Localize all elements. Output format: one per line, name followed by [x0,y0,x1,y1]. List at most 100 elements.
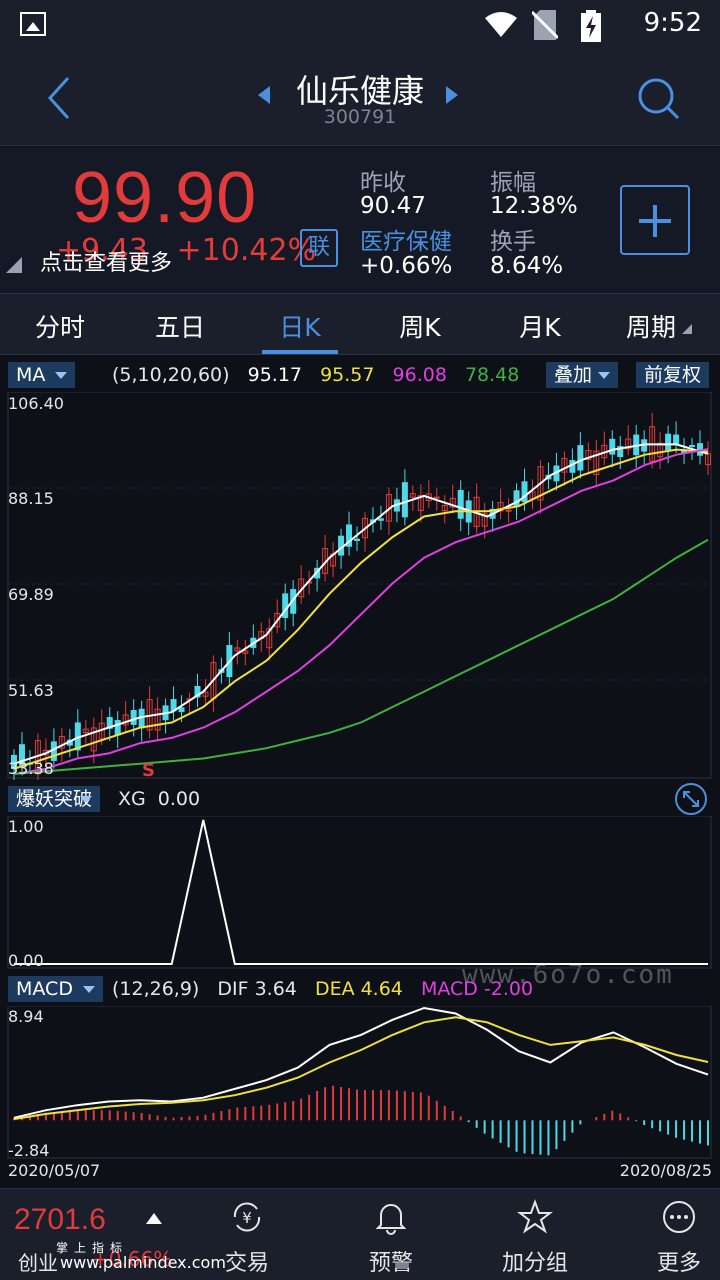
prev-close-value: 90.47 [360,193,426,219]
battery-charging-icon [580,10,610,42]
date-start: 2020/05/07 [8,1161,100,1180]
kline-axis-3: 69.89 [8,585,54,604]
period-dropdown-icon [682,324,692,334]
tab-intraday[interactable]: 分时 [5,308,115,344]
kline-axis-min: 33.38 [8,759,54,778]
nav-add-group[interactable]: 加分组 [480,1199,590,1277]
xg-axis-min: 0.00 [8,951,44,970]
xg-axis-max: 1.00 [8,817,44,836]
prev-close-label: 昨收 [360,170,406,196]
dif-label: DIF [217,978,249,1000]
period-tabs: 分时 五日 日K 周K 月K 周期 [0,293,720,355]
ma20-value: 96.08 [392,364,447,386]
macd-selector[interactable]: MACD [8,976,103,1002]
next-stock-button[interactable] [446,86,458,104]
stock-header: 仙乐健康 300791 [0,50,720,146]
clock: 9:52 [643,8,702,38]
candle-body [433,496,440,499]
macd-axis-max: 8.94 [8,1007,44,1026]
status-icons [484,10,610,42]
candle-body [138,708,145,729]
signal-marker: S [142,760,155,780]
search-icon [638,78,680,120]
kline-axis-4: 51.63 [8,681,54,700]
xg-chart[interactable]: 1.00 0.00 [0,816,720,970]
nav-more[interactable]: 更多 [624,1199,720,1277]
macd-legend: MACD (12,26,9) DIF 3.64 DEA 4.64 MACD -2.00 [0,972,720,1004]
view-more-link[interactable]: 点击查看更多 [40,245,172,277]
arrow-up-icon[interactable] [146,1213,162,1224]
macd-params: (12,26,9) [112,978,200,1000]
tab-weekly-k[interactable]: 周K [365,308,475,344]
date-end: 2020/08/25 [620,1161,712,1180]
kline-axis-2: 88.15 [8,489,54,508]
xg-line [14,819,708,965]
sector-change: +0.66% [360,253,453,279]
tab-monthly-k[interactable]: 月K [485,308,595,344]
dea-line [13,1016,709,1121]
ma60-value: 78.48 [464,364,520,386]
link-button[interactable]: 联 [300,229,338,267]
nav-trade[interactable]: ¥ 交易 [192,1199,302,1277]
overlay-button[interactable]: 叠加 [546,362,619,388]
active-tab-indicator [262,350,338,354]
ma5-value: 95.17 [247,364,303,386]
add-watchlist-button[interactable] [620,185,690,255]
dea-value: 4.64 [360,978,403,1000]
star-icon [517,1199,553,1234]
tab-daily-k[interactable]: 日K [245,308,355,344]
macd-histogram [13,1085,709,1156]
nav-trade-label: 交易 [224,1251,269,1276]
ma-selector[interactable]: MA [8,362,76,388]
candle-body [689,444,696,447]
corner-triangle-icon [6,257,22,273]
status-bar: 9:52 [0,0,720,50]
quote-panel: 99.90 +9.43 +10.42% 点击查看更多 联 昨收 90.47 医疗… [0,147,720,293]
nav-more-label: 更多 [656,1251,701,1276]
kline-chart[interactable]: 106.40 88.15 69.89 51.63 33.38 S [0,392,720,780]
candle-body [665,433,672,451]
search-button[interactable] [636,76,682,122]
ma-values: (5,10,20,60) 95.17 95.57 96.08 78.48 [112,364,531,386]
svg-text:¥: ¥ [242,1209,252,1227]
last-price: 99.90 [72,158,258,238]
ma-legend: MA (5,10,20,60) 95.17 95.57 96.08 78.48 … [0,358,720,390]
candle-body [577,445,584,471]
xg-selector[interactable]: 爆妖突破 [8,786,101,812]
adjust-button[interactable]: 前复权 [636,362,710,388]
macd-label: MACD [420,978,478,1000]
candle-body [377,518,384,521]
sector-link[interactable]: 医疗保健 [360,222,452,256]
candle-body [457,489,464,519]
wifi-icon [484,10,517,38]
ma-lines [13,443,709,775]
amplitude-label: 振幅 [490,170,536,196]
dif-value: 3.64 [254,978,297,1000]
trade-yen-icon: ¥ [233,1202,261,1232]
more-dots-icon [663,1201,695,1233]
kline-axis-max: 106.40 [8,394,64,413]
bottom-nav: 2701.6 创业 +0.66% 掌上指标 www.palmindex.com … [0,1188,720,1280]
image-notification-icon [20,12,46,36]
turnover-label: 换手 [490,229,536,255]
macd-chart[interactable]: 8.94 -2.84 2020/05/07 2020/08/25 [0,1006,720,1186]
candle-body [505,509,512,512]
turnover-value: 8.64% [490,253,564,279]
candle-body [130,709,137,725]
ma-params: (5,10,20,60) [112,364,230,386]
nav-add-group-label: 加分组 [501,1251,568,1276]
xg-legend: 爆妖突破 XG 0.00 [0,782,720,816]
ma10-value: 95.57 [320,364,375,386]
macd-value: -2.00 [483,978,534,1000]
tab-five-day[interactable]: 五日 [125,308,235,344]
candle-body [609,438,616,455]
nav-alert[interactable]: 预警 [336,1199,446,1277]
bell-icon [375,1204,407,1235]
expand-icon[interactable] [674,782,708,816]
candle-body [354,538,361,541]
candle-body [178,707,185,713]
candle-body [401,482,408,518]
chart-area: MA (5,10,20,60) 95.17 95.57 96.08 78.48 … [0,356,720,1186]
index-value[interactable]: 2701.6 [14,1203,106,1237]
xg-label: XG [118,788,146,810]
